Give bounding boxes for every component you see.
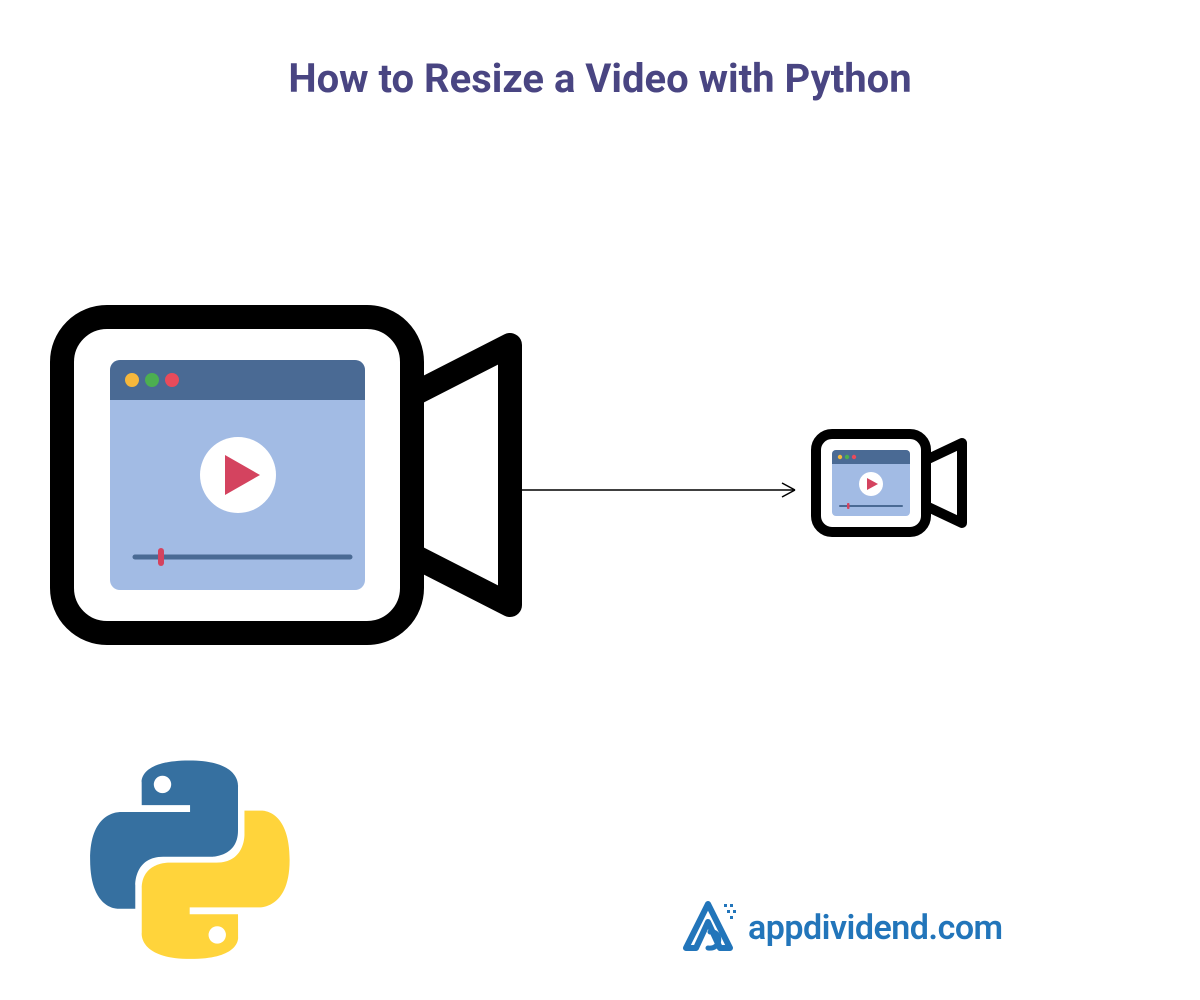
camera-small-icon <box>810 428 975 542</box>
resize-arrow-icon <box>520 480 810 482</box>
video-window-large <box>110 360 365 590</box>
brand-watermark: appdividend.com <box>680 898 1003 958</box>
python-logo-icon <box>90 760 290 964</box>
brand-logo-icon <box>680 898 740 958</box>
brand-text: appdividend.com <box>748 908 1003 948</box>
video-window-small <box>832 450 910 516</box>
page-title: How to Resize a Video with Python <box>0 55 1200 102</box>
camera-large-icon <box>50 305 530 649</box>
